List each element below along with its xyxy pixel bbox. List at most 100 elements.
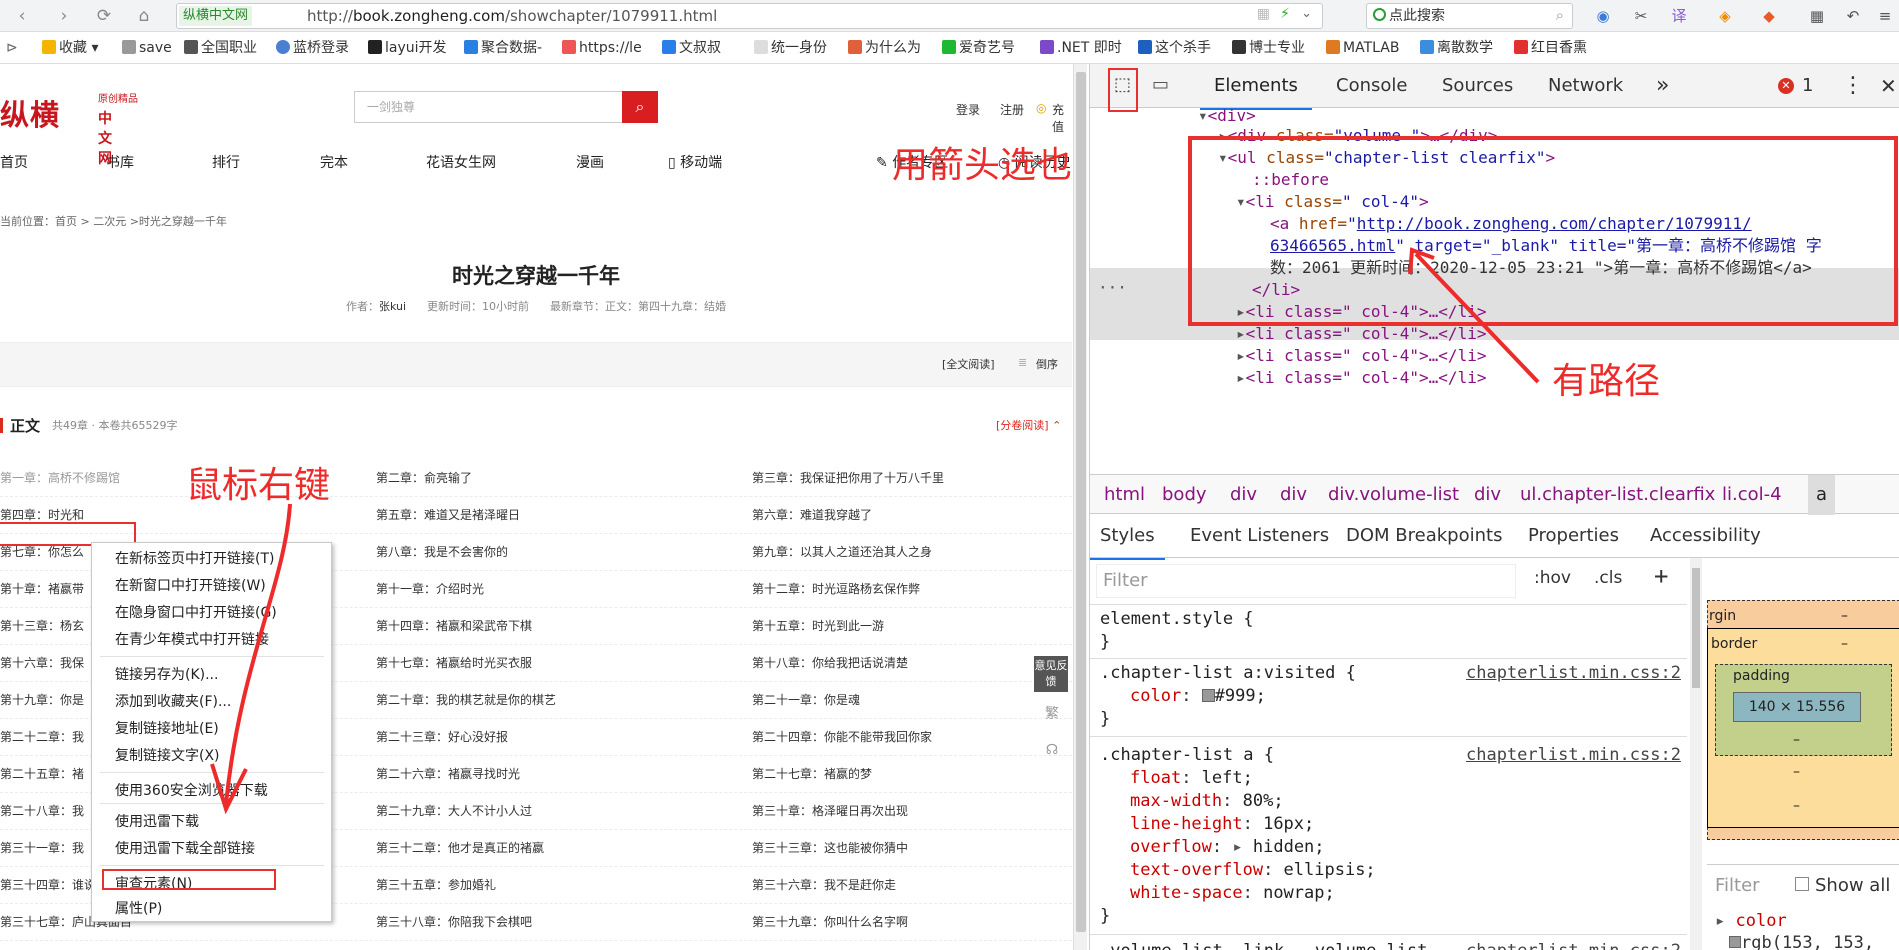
address-bar[interactable]: 纵横中文网 http://book.zongheng.com/showchapt… (176, 3, 1323, 29)
site-icon (1040, 40, 1054, 54)
subtab-styles[interactable]: Styles (1090, 514, 1165, 560)
bookmark-item[interactable]: 爱奇艺号 (942, 33, 1015, 63)
home-icon[interactable]: ⌂ (132, 5, 156, 27)
bookmark-item[interactable]: 全国职业 (184, 33, 257, 63)
crumb-div[interactable]: div (1280, 475, 1307, 515)
bookmark-label: 红目香熏 (1531, 40, 1587, 56)
style-declaration[interactable]: text-overflow: ellipsis; (1130, 859, 1376, 882)
computed-value: rgb(153, 153, (1729, 933, 1874, 950)
translate-icon[interactable]: 译 (1668, 6, 1690, 26)
styles-scrollbar[interactable] (1690, 558, 1702, 950)
bookmark-item[interactable]: https://le (562, 33, 642, 63)
page-scroll-thumb[interactable] (1076, 72, 1086, 932)
undo-icon[interactable]: ↶ (1842, 6, 1864, 26)
extension-icon[interactable]: ◉ (1592, 6, 1614, 26)
crumb-body[interactable]: body (1162, 475, 1207, 515)
rule-end: } (1100, 709, 1111, 729)
prop-name: overflow (1130, 837, 1212, 857)
subtab-accessibility[interactable]: Accessibility (1650, 514, 1761, 558)
crumb-chapter-list[interactable]: ul.chapter-list.clearfix (1520, 475, 1715, 515)
box-model: rgin – border – padding 140 × 15.556 – –… (1707, 558, 1899, 858)
box-content[interactable]: 140 × 15.556 (1733, 692, 1861, 722)
rule-selector[interactable]: .chapter-list a { (1100, 744, 1274, 767)
color-swatch (1729, 936, 1741, 948)
bookmark-item[interactable]: 博士专业 (1232, 33, 1305, 63)
crumb-volume-list[interactable]: div.volume-list (1328, 475, 1459, 515)
game-icon[interactable]: ◆ (1758, 6, 1780, 26)
color-swatch[interactable] (1201, 689, 1215, 702)
crumb-div[interactable]: div (1474, 475, 1501, 515)
style-declaration[interactable]: max-width: 80%; (1130, 790, 1284, 813)
bookmark-item[interactable]: layui开发 (368, 33, 447, 63)
show-all-checkbox[interactable] (1795, 877, 1809, 891)
bookmark-label: 收藏 (59, 40, 87, 56)
apps-grid-icon[interactable]: ▦ (1806, 6, 1828, 26)
expand-arrow-icon[interactable]: ▸ (1232, 837, 1242, 857)
browser-search-placeholder: 点此搜索 (1389, 8, 1445, 24)
prop-value: nowrap; (1263, 883, 1335, 903)
subtab-properties[interactable]: Properties (1528, 514, 1619, 558)
menu-icon[interactable]: ≡ (1874, 6, 1896, 26)
search-icon[interactable]: ⌕ (1556, 6, 1564, 24)
site-security-badge[interactable]: 纵横中文网 (179, 6, 253, 26)
lightning-icon[interactable]: ⚡ (1280, 6, 1290, 22)
cls-toggle[interactable]: .cls (1594, 568, 1622, 588)
bookmark-item[interactable]: 离散数学 (1420, 33, 1493, 63)
bookmark-item[interactable]: .NET 即时 (1040, 33, 1122, 63)
bookmark-item[interactable]: 统一身份 (754, 33, 827, 63)
style-declaration[interactable]: white-space: nowrap; (1130, 882, 1335, 905)
style-declaration[interactable]: color: #999; (1130, 685, 1266, 708)
bookmark-item[interactable]: 收藏 ▾ (42, 33, 98, 63)
crumb-a[interactable]: a (1808, 475, 1836, 515)
crumb-li[interactable]: li.col-4 (1722, 475, 1782, 515)
scissors-icon[interactable]: ✂ (1630, 6, 1652, 26)
bookmark-item[interactable]: 为什么为 (848, 33, 921, 63)
styles-scroll-thumb[interactable] (1692, 568, 1700, 688)
search-engine-icon[interactable] (1373, 8, 1386, 21)
page-scrollbar[interactable] (1073, 64, 1087, 950)
url-text[interactable]: http://book.zongheng.com/showchapter/107… (307, 4, 717, 28)
prop-name: color (1130, 686, 1182, 706)
browser-toolbar: ‹ › ⟳ ⌂ 纵横中文网 http://book.zongheng.com/s… (0, 0, 1899, 32)
reload-icon[interactable]: ⟳ (92, 5, 116, 27)
rule-selector[interactable]: element.style { (1100, 608, 1254, 631)
hov-toggle[interactable]: :hov (1534, 568, 1571, 588)
crumb-div[interactable]: div (1230, 475, 1257, 515)
sidebar-toggle-icon[interactable]: ⊳ (6, 33, 18, 63)
bookmark-item[interactable]: MATLAB (1326, 33, 1399, 63)
bookmark-item[interactable]: 这个杀手 (1138, 33, 1211, 63)
bookmark-item[interactable]: 聚合数据- (464, 33, 542, 63)
rule-source-link[interactable]: chapterlist.min.css:2 (1466, 940, 1681, 950)
forward-icon[interactable]: › (52, 5, 76, 27)
bookmark-item[interactable]: save (122, 33, 172, 63)
style-declaration[interactable]: overflow: ▸ hidden; (1130, 836, 1325, 859)
prop-name: max-width (1130, 791, 1223, 811)
new-rule-button[interactable]: + (1654, 562, 1668, 590)
computed-filter-input[interactable]: Filter (1715, 875, 1760, 896)
bookmark-label: 统一身份 (771, 40, 827, 56)
subtab-event-listeners[interactable]: Event Listeners (1190, 514, 1329, 558)
style-declaration[interactable]: line-height: 16px; (1130, 813, 1314, 836)
subtab-dom-breakpoints[interactable]: DOM Breakpoints (1346, 514, 1502, 558)
chevron-down-icon[interactable]: ⌄ (1301, 6, 1312, 21)
rule-selector[interactable]: .chapter-list a:visited { (1100, 662, 1356, 685)
bookmark-item[interactable]: 红目香熏 (1514, 33, 1587, 63)
style-declaration[interactable]: float: left; (1130, 767, 1253, 790)
browser-search-box[interactable]: 点此搜索 ⌕ (1366, 3, 1573, 29)
back-icon[interactable]: ‹ (10, 5, 34, 27)
site-icon (276, 40, 290, 54)
bookmark-item[interactable]: 蓝桥登录 (276, 33, 349, 63)
shield-icon[interactable]: ◈ (1714, 6, 1736, 26)
site-icon (184, 40, 198, 54)
box-value: – (1841, 636, 1848, 652)
styles-filter-input[interactable]: Filter (1096, 564, 1516, 598)
rule-source-link[interactable]: chapterlist.min.css:2 (1466, 662, 1681, 685)
rule-source-link[interactable]: chapterlist.min.css:2 (1466, 744, 1681, 767)
rule-selector[interactable]: .volume-list .link, .volume-list (1100, 940, 1428, 950)
site-icon (368, 40, 382, 54)
bookmark-item[interactable]: 文叔叔 (662, 33, 721, 63)
computed-row[interactable]: ▸ color (1715, 911, 1787, 931)
site-icon (848, 40, 862, 54)
qr-icon[interactable]: ▦ (1257, 6, 1270, 22)
crumb-html[interactable]: html (1104, 475, 1145, 515)
